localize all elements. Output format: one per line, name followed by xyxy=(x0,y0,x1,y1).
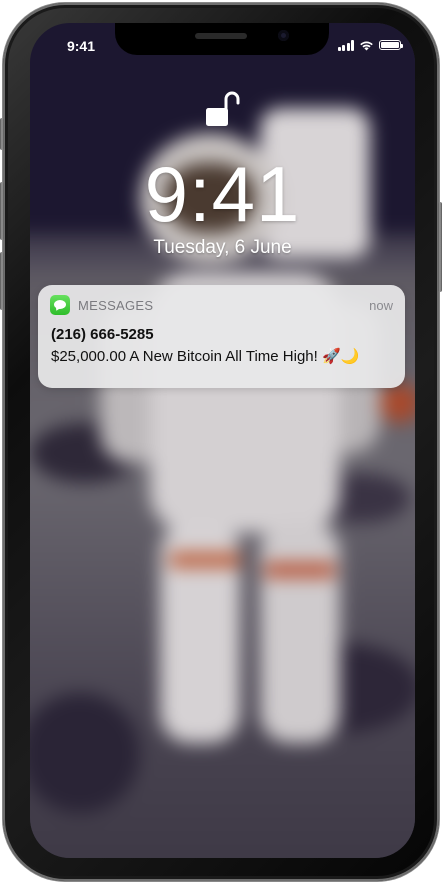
volume-up-button xyxy=(0,182,4,240)
silent-switch xyxy=(0,118,4,150)
messages-app-icon xyxy=(50,295,70,315)
lock-screen: 9:41 9:41 Tuesday, 6 June MESSAGES now (… xyxy=(30,23,415,858)
lock-screen-clock: 9:41 xyxy=(144,150,301,238)
front-camera xyxy=(278,30,289,41)
wifi-icon xyxy=(360,41,373,50)
notification-message: $25,000.00 A New Bitcoin All Time High! … xyxy=(51,348,360,365)
volume-down-button xyxy=(0,252,4,310)
unlocked-padlock-icon xyxy=(206,91,240,126)
lock-screen-date: Tuesday, 6 June xyxy=(153,237,292,258)
status-time: 9:41 xyxy=(66,38,96,54)
battery-icon xyxy=(379,40,403,50)
message-notification[interactable]: MESSAGES now (216) 666-5285 $25,000.00 A… xyxy=(38,285,405,388)
wallpaper-image xyxy=(30,23,415,858)
notch xyxy=(115,23,329,55)
cellular-signal-icon xyxy=(337,39,354,51)
earpiece-speaker xyxy=(195,33,247,39)
notification-app-name: MESSAGES xyxy=(78,298,154,313)
notification-time: now xyxy=(369,298,393,313)
notification-sender: (216) 666-5285 xyxy=(51,326,154,343)
status-icons xyxy=(337,39,403,51)
power-button xyxy=(438,202,442,292)
